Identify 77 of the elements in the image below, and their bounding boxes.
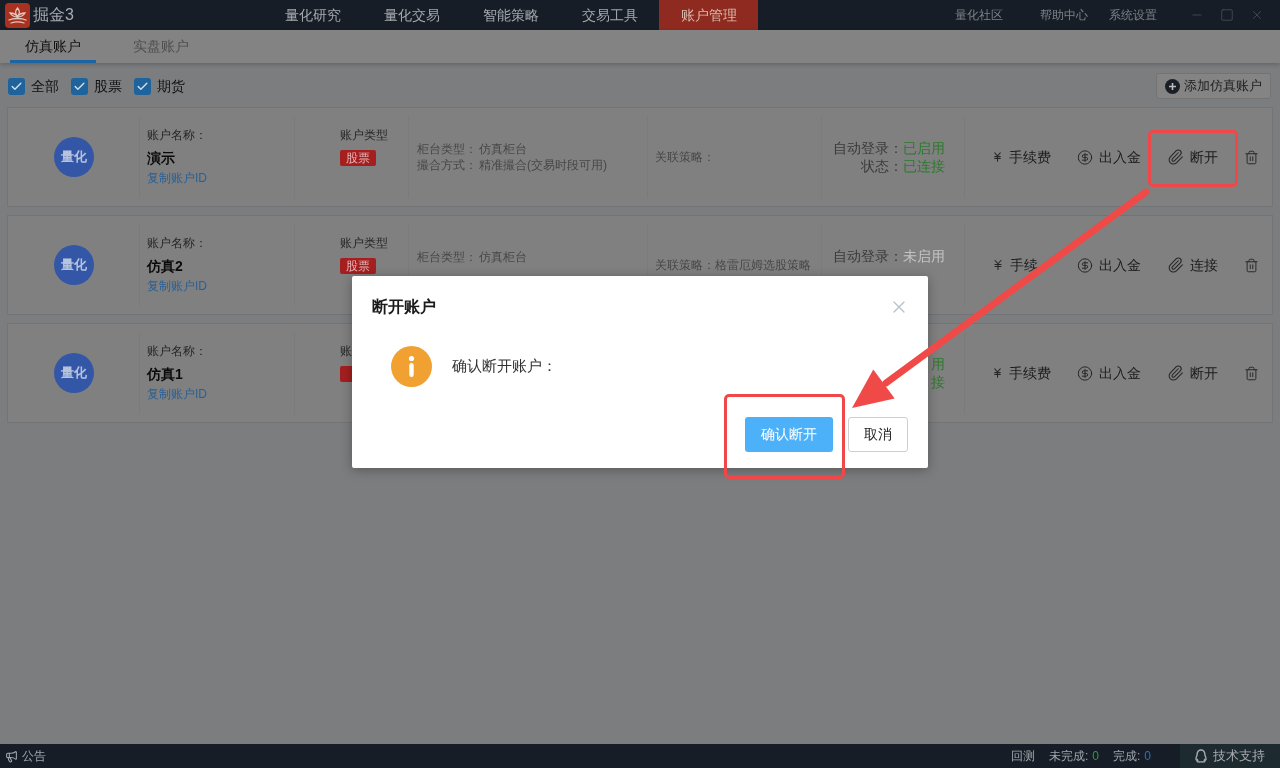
- connection-button[interactable]: 断开: [1167, 146, 1218, 168]
- yen-icon: [992, 259, 1004, 271]
- nav-tab[interactable]: 智能策略: [461, 0, 560, 30]
- sub-tab[interactable]: 仿真账户: [10, 30, 96, 63]
- fee-button[interactable]: 手续: [992, 254, 1051, 276]
- paperclip-icon: [1167, 256, 1184, 274]
- count-value: 0: [1144, 748, 1151, 765]
- field-label: 账户类型: [340, 235, 388, 251]
- app-logo-icon: [5, 2, 30, 28]
- filter-label[interactable]: 期货: [157, 75, 185, 97]
- field-label: 账户名称：: [147, 235, 207, 251]
- funds-button[interactable]: 出入金: [1077, 362, 1141, 384]
- status-label: 回测: [1010, 748, 1035, 765]
- avatar-logo: 量化: [53, 245, 94, 285]
- connection-button[interactable]: 断开: [1167, 362, 1218, 384]
- megaphone-icon: [5, 749, 18, 763]
- field-label: 自动登录：: [833, 139, 903, 157]
- nav-tab[interactable]: 账户管理: [659, 0, 758, 30]
- add-account-button[interactable]: 添加仿真账户: [1156, 73, 1271, 99]
- avatar-logo: 量化: [53, 137, 94, 177]
- yen-icon: [992, 367, 1003, 379]
- nav-tab[interactable]: 量化研究: [263, 0, 362, 30]
- notice-link[interactable]: 公告: [22, 747, 46, 765]
- checkbox[interactable]: [71, 77, 88, 95]
- yen-icon: [992, 151, 1003, 163]
- status-value: 接: [931, 373, 945, 391]
- confirm-button[interactable]: 确认断开: [745, 417, 833, 452]
- account-name: 演示: [147, 149, 175, 167]
- funds-button[interactable]: 出入金: [1077, 254, 1141, 276]
- field-label: 账户名称：: [147, 127, 207, 143]
- dollar-coin-icon: [1077, 364, 1093, 382]
- type-tag: 股票: [340, 150, 376, 166]
- dollar-coin-icon: [1077, 148, 1093, 166]
- fee-button[interactable]: 手续费: [992, 146, 1051, 168]
- nav-tab[interactable]: 量化交易: [362, 0, 461, 30]
- checkbox[interactable]: [134, 77, 151, 95]
- app-name: 掘金3: [33, 5, 74, 25]
- paperclip-icon: [1167, 148, 1184, 166]
- avatar-logo: 量化: [53, 353, 94, 393]
- trash-icon[interactable]: [1244, 149, 1259, 165]
- auto-login-value: 已启用: [903, 139, 945, 157]
- account-name: 仿真2: [147, 257, 183, 275]
- filter-label[interactable]: 全部: [31, 75, 59, 97]
- field-label: 状态：: [861, 157, 903, 175]
- top-link[interactable]: 系统设置: [1109, 6, 1157, 24]
- field-label: 账户类型: [340, 127, 388, 143]
- support-button[interactable]: 技术支持: [1180, 744, 1280, 768]
- status-label: 完成:: [1112, 748, 1141, 765]
- auto-login-value: 未启用: [903, 247, 945, 265]
- auto-login-value: 用: [931, 355, 945, 373]
- connection-button[interactable]: 连接: [1167, 254, 1218, 276]
- field-label: 自动登录：: [833, 247, 903, 265]
- field-label: 账: [340, 343, 352, 359]
- dollar-coin-icon: [1077, 256, 1093, 274]
- cancel-button[interactable]: 取消: [848, 417, 908, 452]
- top-link[interactable]: 帮助中心: [1040, 6, 1088, 24]
- status-label: 未完成:: [1048, 748, 1089, 765]
- account-name: 仿真1: [147, 365, 183, 383]
- type-tag: 股票: [340, 258, 376, 274]
- dialog-message: 确认断开账户：: [452, 356, 557, 377]
- nav-tab[interactable]: 交易工具: [560, 0, 659, 30]
- top-link[interactable]: 量化社区: [955, 6, 1003, 24]
- field-label: 账户名称：: [147, 343, 207, 359]
- trash-icon[interactable]: [1244, 257, 1259, 273]
- info-icon: [391, 346, 432, 387]
- dialog-title: 断开账户: [372, 297, 436, 317]
- checkbox[interactable]: [8, 77, 25, 95]
- paperclip-icon: [1167, 364, 1184, 382]
- plus-circle-icon: [1165, 78, 1180, 94]
- filter-label[interactable]: 股票: [94, 75, 122, 97]
- funds-button[interactable]: 出入金: [1077, 146, 1141, 168]
- fee-button[interactable]: 手续费: [992, 362, 1051, 384]
- status-value: 已连接: [903, 157, 945, 175]
- count-value: 0: [1092, 748, 1099, 765]
- penguin-icon: [1193, 748, 1209, 764]
- close-icon[interactable]: [1250, 8, 1264, 22]
- trash-icon[interactable]: [1244, 365, 1259, 381]
